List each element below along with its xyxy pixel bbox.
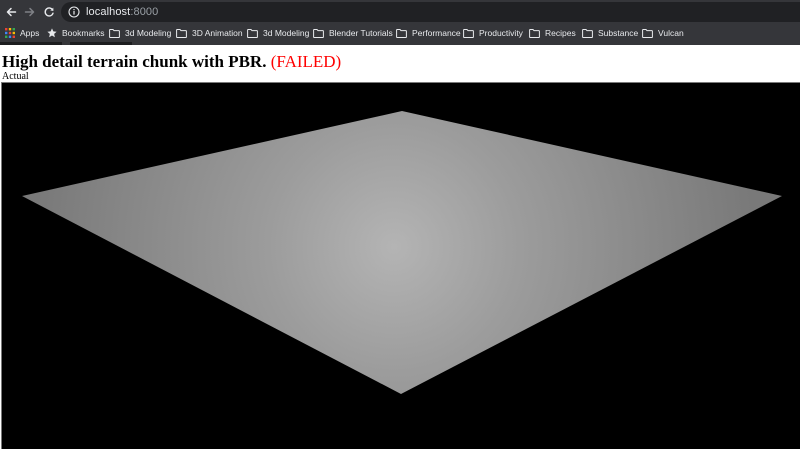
url-text[interactable]: localhost:8000 [86,5,158,19]
bookmark-label: Blender Tutorials [329,28,393,38]
bookmark-label: Vulcan [658,28,684,38]
bookmark-folder-3d-animation[interactable]: 3D Animation [176,24,243,42]
info-icon[interactable] [68,6,80,18]
folder-icon [529,28,540,38]
forward-button[interactable] [21,3,39,21]
bookmark-label: 3d Modeling [125,28,172,38]
browser-toolbar: localhost:8000 [0,0,800,24]
folder-icon [463,28,474,38]
page-title: High detail terrain chunk with PBR. (FAI… [2,52,341,72]
folder-icon [247,28,258,38]
back-button[interactable] [2,3,20,21]
bookmark-folder-performance[interactable]: Performance [396,24,461,42]
test-title: High detail terrain chunk with PBR. [2,52,267,71]
page-tab-strip[interactable] [0,42,62,45]
folder-icon [109,28,120,38]
bookmark-folder-3d-modeling[interactable]: 3d Modeling [109,24,171,42]
bookmark-label: Apps [20,28,40,38]
folder-icon [642,28,653,38]
url-host: localhost [86,6,131,18]
reload-button[interactable] [40,3,58,21]
arrow-left-icon [6,7,17,17]
bookmark-folder-3d-modeling-2[interactable]: 3d Modeling [247,24,309,42]
bookmark-label: 3D Animation [192,28,243,38]
page-tab-strip[interactable] [70,42,132,45]
address-bar[interactable]: localhost:8000 [61,2,800,22]
url-port: :8000 [130,6,159,18]
bookmark-label: Recipes [545,28,576,38]
bookmark-label: 3d Modeling [263,28,310,38]
bookmark-folder-blender-tutorials[interactable]: Blender Tutorials [313,24,393,42]
bookmark-label: Performance [412,28,461,38]
arrow-right-icon [24,7,35,17]
render-canvas [22,111,782,394]
bookmark-label: Productivity [479,28,523,38]
bookmark-bookmarks[interactable]: Bookmarks [47,24,105,42]
reload-icon [44,7,54,17]
folder-icon [396,28,407,38]
star-icon [47,28,57,38]
folder-icon [176,28,187,38]
status-badge: (FAILED) [270,52,342,71]
bookmark-apps[interactable]: Apps [5,24,39,42]
apps-grid-icon [5,28,15,38]
folder-icon [582,28,593,38]
folder-icon [313,28,324,38]
bookmark-label: Substance [598,28,639,38]
bookmarks-bar: Apps Bookmarks 3d Modeling 3D Animation … [0,24,800,42]
section-label: Actual [2,71,29,82]
terrain-plane [22,111,782,394]
bookmark-folder-substance[interactable]: Substance [582,24,638,42]
render-viewport[interactable] [1,82,800,449]
bookmark-folder-recipes[interactable]: Recipes [529,24,576,42]
bookmark-label: Bookmarks [62,28,105,38]
bookmark-folder-vulcan[interactable]: Vulcan [642,24,684,42]
bookmark-folder-productivity[interactable]: Productivity [463,24,523,42]
